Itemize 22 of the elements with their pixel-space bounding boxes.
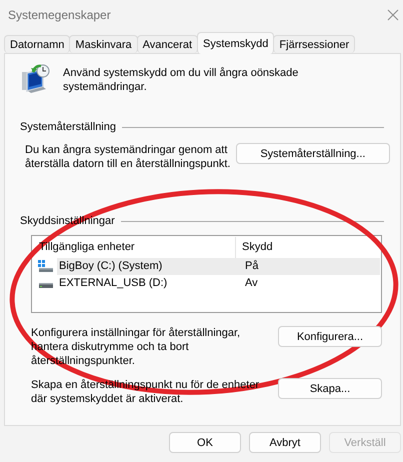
system-restore-button[interactable]: Systemåterställning... bbox=[236, 143, 390, 164]
system-restore-icon bbox=[19, 63, 51, 95]
dialog-button[interactable]: OK bbox=[169, 432, 241, 453]
restore-description: Du kan ångra systemändringar genom att återställa datorn till en återställningspunkt. bbox=[25, 143, 232, 171]
column-header[interactable]: Skydd bbox=[236, 237, 380, 258]
tab[interactable]: Datornamn bbox=[4, 35, 70, 53]
group-title: Systemåterställning bbox=[20, 121, 116, 133]
window-title: Systemegenskaper bbox=[8, 8, 111, 22]
protection-status: På bbox=[241, 258, 380, 275]
configure-button[interactable]: Konfigurera... bbox=[278, 326, 382, 347]
drive-name[interactable]: EXTERNAL_USB (D:) bbox=[57, 275, 241, 292]
drive-name[interactable]: BigBoy (C:) (System) bbox=[57, 258, 241, 275]
create-button[interactable]: Skapa... bbox=[278, 378, 382, 399]
tab[interactable]: Maskinvara bbox=[69, 35, 138, 53]
intro-text: Använd systemskydd om du vill ångra oönskade systemändringar. bbox=[63, 66, 300, 94]
dialog-button[interactable]: Avbryt bbox=[249, 432, 321, 453]
tab[interactable]: Fjärrsessioner bbox=[273, 35, 356, 53]
system-drive-icon bbox=[38, 260, 54, 273]
close-icon[interactable] bbox=[387, 9, 399, 21]
protection-status: Av bbox=[244, 276, 259, 291]
tab[interactable]: Systemskydd bbox=[197, 32, 274, 54]
tab[interactable]: Avancerat bbox=[136, 35, 198, 53]
